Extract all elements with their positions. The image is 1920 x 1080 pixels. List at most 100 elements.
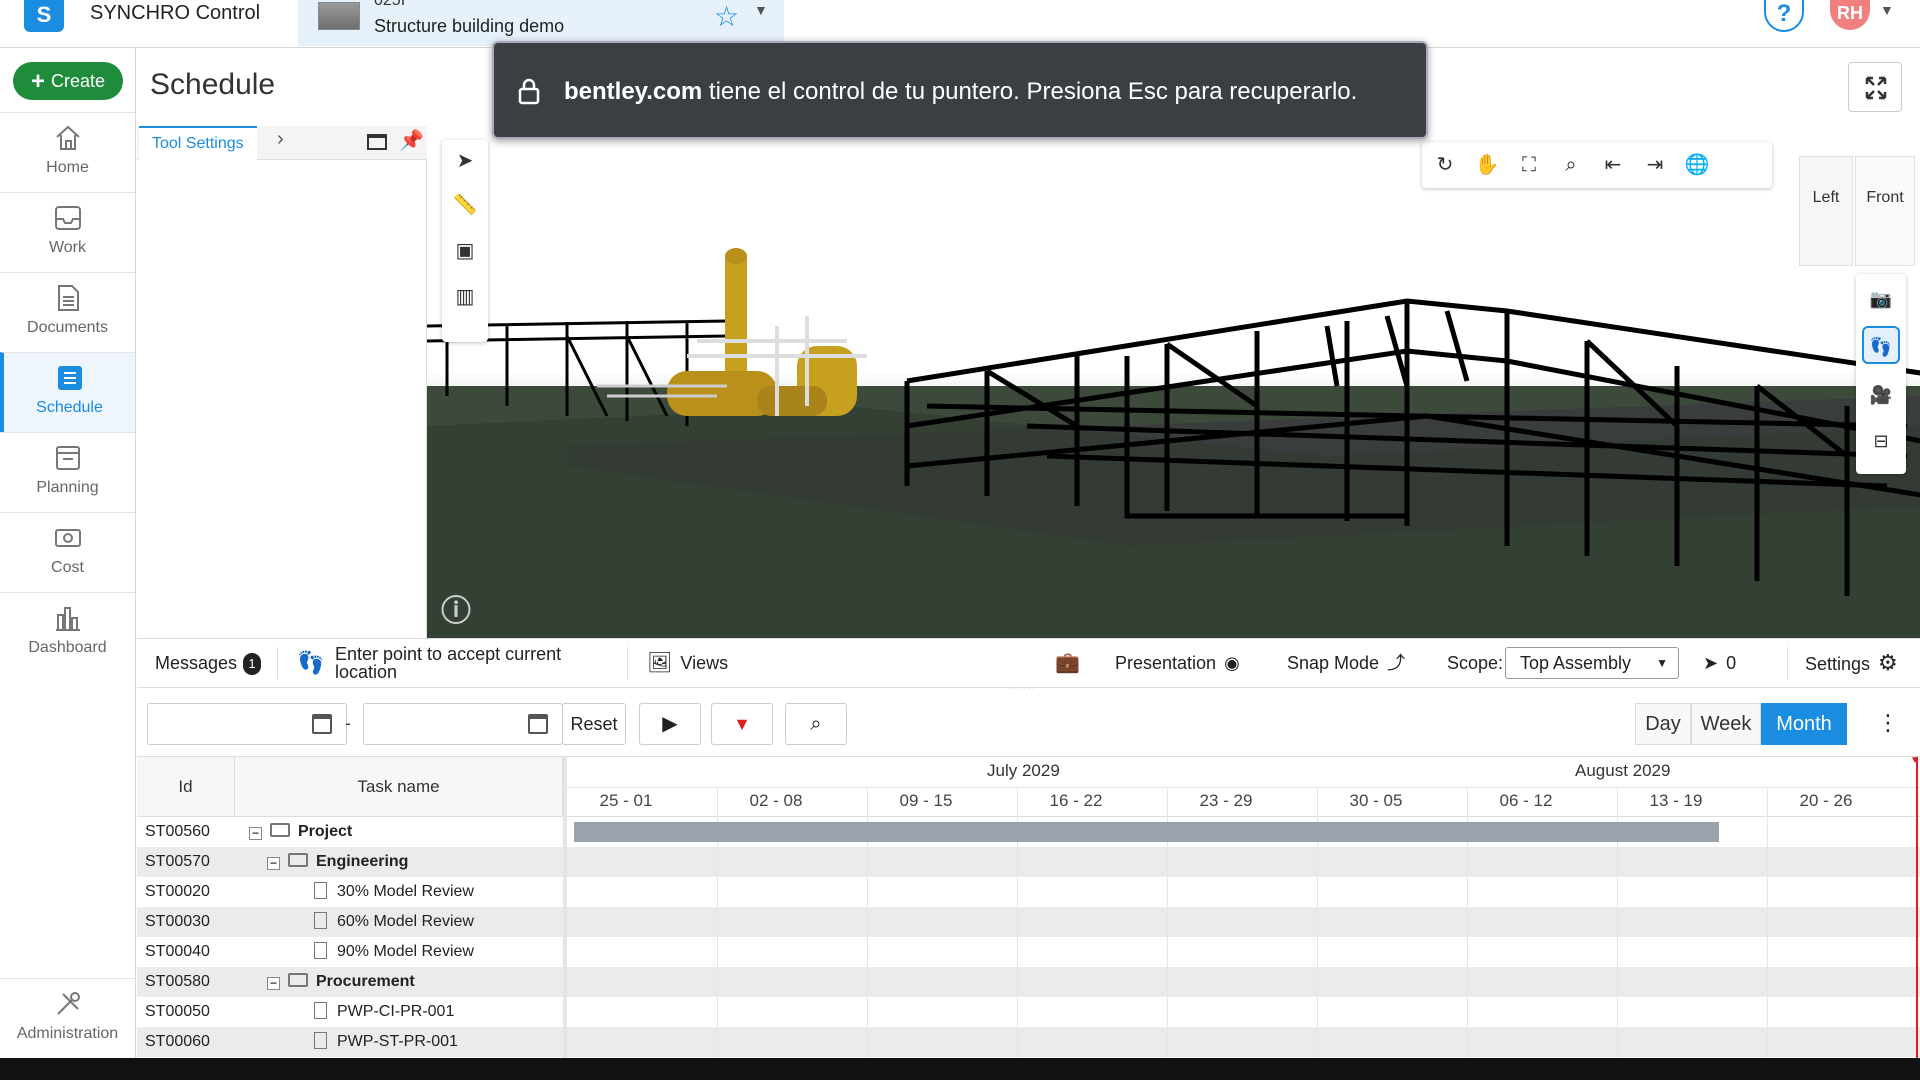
grid-splitter[interactable] [563,757,567,1059]
section-icon[interactable]: ⊟ [1862,422,1900,460]
settings-label: Settings [1805,654,1871,674]
measure-ruler-icon[interactable]: 📏 [450,190,480,220]
view-cube-left[interactable]: Left [1799,156,1853,266]
nav-item-home[interactable]: Home [0,112,135,192]
briefcase-icon[interactable]: 💼 [1055,639,1080,687]
column-header-id[interactable]: Id [137,757,235,817]
nav-item-administration[interactable]: Administration [0,978,135,1058]
pin-icon[interactable]: 📌 [399,128,424,153]
fit-view-icon[interactable]: ⛶ [1514,150,1544,180]
next-view-icon[interactable]: ⇥ [1640,150,1670,180]
messages-button[interactable]: Messages 1 [155,639,262,687]
view-cube[interactable]: Left Front [1799,156,1915,266]
nav-item-dashboard[interactable]: Dashboard [0,592,135,672]
user-avatar[interactable]: RH [1830,0,1870,30]
project-selector[interactable]: 025I Structure building demo ☆ ▼ [298,0,784,46]
nav-item-label: Cost [51,559,84,576]
task-id: ST00050 [145,1003,210,1020]
snap-mode-button[interactable]: Snap Mode ⤴ [1287,639,1405,687]
tool-prompt: Enter point to accept current location [335,644,562,682]
rotate-icon[interactable]: ↻ [1430,150,1460,180]
selection-count-value: 0 [1726,653,1737,673]
chevron-right-icon[interactable]: › [277,128,284,151]
views-button[interactable]: 🖼 Views [647,639,728,687]
page-title: Schedule [150,68,276,101]
app-logo[interactable]: S [24,0,64,32]
week-label: 20 - 26 [1799,791,1853,810]
chevron-down-icon[interactable]: ▼ [1880,2,1894,18]
select-cursor-icon[interactable]: ➤ [450,146,480,176]
task-name: − Procurement [267,967,415,997]
favorite-star-icon[interactable]: ☆ [714,0,739,33]
task-id: ST00030 [145,913,210,930]
chevron-down-icon[interactable]: ▼ [754,2,768,18]
zoom-window-icon[interactable]: ⌕ [1556,150,1586,180]
play-icon: ▶ [662,713,678,735]
more-options-icon[interactable]: ⋮ [1871,703,1905,745]
view-mode-day[interactable]: Day [1635,703,1691,745]
week-label: 13 - 19 [1649,791,1703,810]
collapse-toggle-icon[interactable]: − [249,827,262,840]
calendar-icon[interactable] [312,714,332,734]
previous-view-icon[interactable]: ⇤ [1598,150,1628,180]
video-camera-icon[interactable]: 🎥 [1862,376,1900,414]
scope-label: Scope: [1447,653,1504,673]
table-row[interactable]: ST00040 90% Model Review [137,937,1920,967]
view-mode-month[interactable]: Month [1761,703,1847,745]
create-button[interactable]: + Create [13,62,123,100]
scope-dropdown[interactable]: Top Assembly ▼ [1505,647,1679,679]
cursor-icon: ➤ [1703,653,1719,673]
app-title[interactable]: SYNCHRO Control [90,2,260,25]
end-date-input[interactable] [363,703,563,745]
fullscreen-button[interactable] [1848,62,1902,112]
nav-item-schedule[interactable]: Schedule [0,352,135,432]
camera-settings-icon[interactable]: 📷 [1862,280,1900,318]
view-mode-week[interactable]: Week [1691,703,1761,745]
document-icon [314,1002,327,1019]
table-row[interactable]: ST00030 60% Model Review [137,907,1920,937]
nav-item-cost[interactable]: Cost [0,512,135,592]
play-button[interactable]: ▶ [639,703,701,745]
start-date-input[interactable] [147,703,347,745]
calendar-icon[interactable] [528,714,548,734]
gantt-summary-bar[interactable] [574,822,1719,842]
table-row[interactable]: ST00050 PWP-CI-PR-001 [137,997,1920,1027]
column-header-task-name[interactable]: Task name [235,757,563,817]
view-cube-front[interactable]: Front [1855,156,1915,266]
divider [627,647,628,679]
search-button[interactable]: ⌕ [785,703,847,745]
3d-viewport[interactable]: ➤ 📏 ▣ ▥ ↻ ✋ ⛶ ⌕ ⇤ ⇥ 🌐 Left Front 📷 👣 🎥 ⊟… [427,126,1920,638]
help-button[interactable]: ? [1764,0,1804,32]
collapse-toggle-icon[interactable]: − [267,977,280,990]
globe-search-icon[interactable]: 🌐 [1682,150,1712,180]
week-label: 16 - 22 [1049,791,1103,810]
nav-item-documents[interactable]: Documents [0,272,135,352]
dock-panel-icon[interactable] [367,134,387,150]
nav-item-planning[interactable]: Planning [0,432,135,512]
document-icon [57,285,79,311]
nav-item-work[interactable]: Work [0,192,135,272]
tab-tool-settings[interactable]: Tool Settings [139,126,257,160]
settings-button[interactable]: Settings ⚙ [1805,639,1898,687]
scope-value: Top Assembly [1520,653,1632,673]
snap-mode-label: Snap Mode [1287,653,1380,673]
task-name-text: Project [298,823,353,840]
collapse-toggle-icon[interactable]: − [267,857,280,870]
table-row[interactable]: ST00580 − Procurement [137,967,1920,997]
presentation-button[interactable]: Presentation ◉ [1115,639,1240,687]
clip-icon[interactable]: ▥ [450,282,480,312]
table-row[interactable]: ST00570 − Engineering [137,847,1920,877]
document-icon [314,912,327,929]
filter-button[interactable]: ▼ [711,703,773,745]
reset-button[interactable]: Reset [562,703,626,745]
section-box-icon[interactable]: ▣ [450,236,480,266]
walk-footprints-icon[interactable]: 👣 [1862,326,1900,364]
status-bar: Messages 1 👣 Enter point to accept curren… [137,638,1920,696]
selection-count[interactable]: ➤ 0 [1703,639,1736,687]
divider [1787,647,1788,679]
table-row[interactable]: ST00020 30% Model Review [137,877,1920,907]
pan-hand-icon[interactable]: ✋ [1472,150,1502,180]
table-row[interactable]: ST00060 PWP-ST-PR-001 [137,1027,1920,1057]
timeline-header: July 2029 August 2029 25 - 01 02 - 08 09… [567,757,1920,817]
create-button-label: Create [50,71,106,91]
